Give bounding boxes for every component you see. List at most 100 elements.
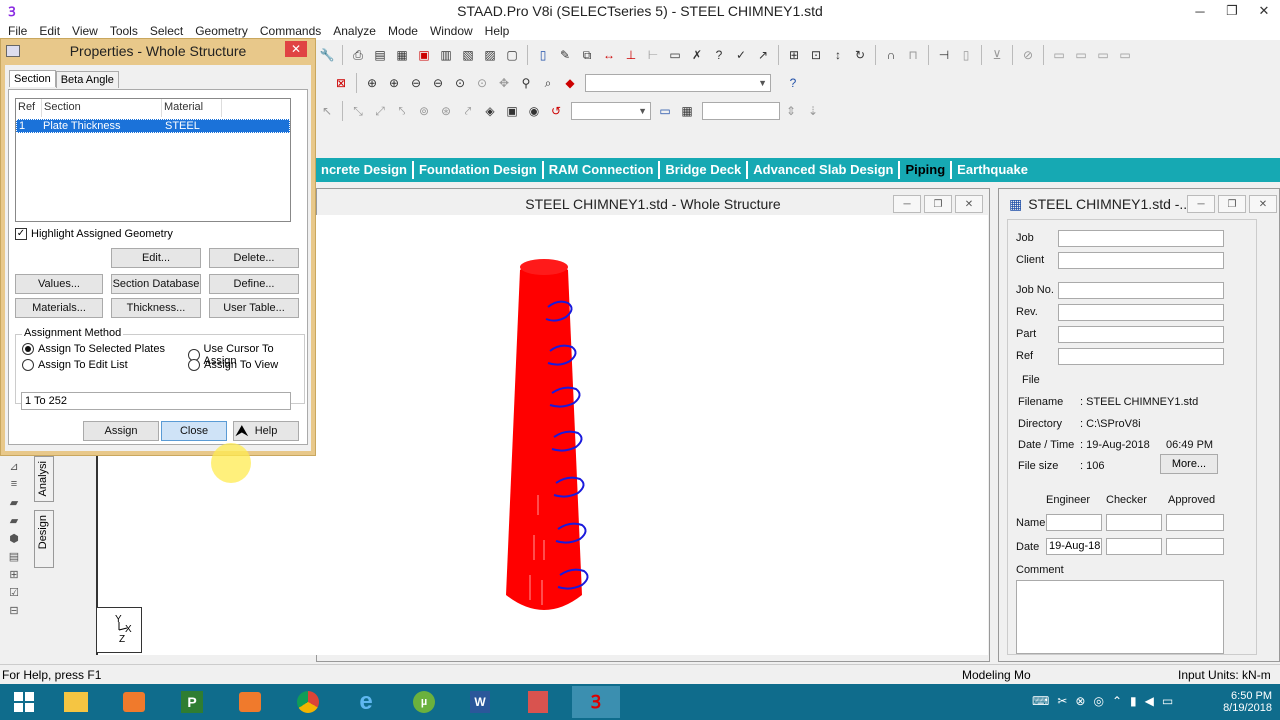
- node-icon[interactable]: ⊥: [621, 46, 641, 64]
- report-tool-icon[interactable]: ⊟: [5, 603, 23, 617]
- info-restore-button[interactable]: ❐: [1218, 195, 1246, 213]
- check-tool-icon[interactable]: ☑: [5, 585, 23, 599]
- more-button[interactable]: More...: [1160, 454, 1218, 474]
- checkbox-check-icon[interactable]: ✓: [15, 228, 27, 240]
- snap-icon[interactable]: ⊡: [806, 46, 826, 64]
- zoom-out-icon[interactable]: ⊖: [406, 74, 426, 92]
- keyboard-icon[interactable]: ⌨: [1032, 694, 1049, 708]
- view-3d-icon[interactable]: ◉: [524, 102, 544, 120]
- fill-icon[interactable]: ◆: [560, 74, 580, 92]
- close-dialog-button[interactable]: Close: [161, 421, 227, 441]
- recorder-icon[interactable]: [226, 686, 274, 718]
- menu-tools[interactable]: Tools: [104, 24, 144, 38]
- job-no-field[interactable]: [1058, 282, 1224, 299]
- picture-icon[interactable]: ▣: [414, 46, 434, 64]
- tab-beta-angle[interactable]: Beta Angle: [55, 71, 119, 88]
- beam-icon[interactable]: ↔: [599, 46, 619, 64]
- zoom-in-icon[interactable]: ⊕: [362, 74, 382, 92]
- new-page-icon[interactable]: ▯: [533, 46, 553, 64]
- notification-icon[interactable]: ▭: [1162, 694, 1173, 708]
- clock[interactable]: 6:50 PM 8/19/2018: [1223, 690, 1272, 714]
- menu-geometry[interactable]: Geometry: [189, 24, 254, 38]
- menu-help[interactable]: Help: [479, 24, 516, 38]
- tab-bridge-deck[interactable]: Bridge Deck: [660, 161, 749, 179]
- part-field[interactable]: [1058, 326, 1224, 343]
- window-1-icon[interactable]: ▭: [1049, 46, 1069, 64]
- rotate-view-icon[interactable]: ↺: [546, 102, 566, 120]
- approved-date-field[interactable]: [1166, 538, 1224, 555]
- highlight-checkbox[interactable]: ✓ Highlight Assigned Geometry: [15, 228, 173, 240]
- checklist-icon[interactable]: ✓: [731, 46, 751, 64]
- window-2-icon[interactable]: ▭: [1071, 46, 1091, 64]
- plate-tool-icon[interactable]: ▰: [5, 495, 23, 509]
- arch-icon[interactable]: ∩: [881, 46, 901, 64]
- tab-analysis[interactable]: Analysi: [34, 456, 54, 502]
- support-tool-icon[interactable]: ⬢: [5, 531, 23, 545]
- load-tool-icon[interactable]: ▤: [5, 549, 23, 563]
- volume-icon[interactable]: ◀: [1145, 694, 1154, 708]
- menu-select[interactable]: Select: [144, 24, 189, 38]
- surface-cursor-icon[interactable]: ⊚: [414, 102, 434, 120]
- checker-date-field[interactable]: [1106, 538, 1162, 555]
- menu-commands[interactable]: Commands: [254, 24, 327, 38]
- restore-button[interactable]: ❐: [1216, 0, 1248, 22]
- utorrent-icon[interactable]: µ: [400, 686, 448, 718]
- tab-advanced-slab-design[interactable]: Advanced Slab Design: [748, 161, 901, 179]
- dialog-close-icon[interactable]: ✕: [285, 41, 307, 57]
- wrench-icon[interactable]: 🔧: [317, 46, 337, 64]
- grid-icon[interactable]: ⊞: [784, 46, 804, 64]
- plate-cursor-icon[interactable]: ⤣: [392, 102, 412, 120]
- tab-foundation-design[interactable]: Foundation Design: [414, 161, 544, 179]
- question-icon[interactable]: ?: [709, 46, 729, 64]
- radio-selected-plates[interactable]: Assign To Selected Plates: [22, 343, 165, 355]
- copy-icon[interactable]: ▭: [665, 46, 685, 64]
- close-button[interactable]: ✕: [1248, 0, 1280, 22]
- window-4-icon[interactable]: ▭: [1115, 46, 1135, 64]
- edit-file-icon[interactable]: ✎: [555, 46, 575, 64]
- property-tool-icon[interactable]: ▰: [5, 513, 23, 527]
- spinner-icon[interactable]: ⇕: [781, 102, 801, 120]
- radio-edit-list[interactable]: Assign To Edit List: [22, 359, 128, 371]
- menu-window[interactable]: Window: [424, 24, 479, 38]
- zoom-all-icon[interactable]: ⊙: [450, 74, 470, 92]
- pdf-icon[interactable]: [514, 686, 562, 718]
- zoom-extent-icon[interactable]: ⊙: [472, 74, 492, 92]
- view-combo[interactable]: ▼: [585, 74, 771, 92]
- client-field[interactable]: [1058, 252, 1224, 269]
- tab-concrete-design[interactable]: ncrete Design: [316, 161, 414, 179]
- edit-button[interactable]: Edit...: [111, 248, 201, 268]
- dimension-icon[interactable]: ↕: [828, 46, 848, 64]
- materials-button[interactable]: Materials...: [15, 298, 103, 318]
- view-restore-button[interactable]: ❐: [924, 195, 952, 213]
- monitor-icon[interactable]: ▭: [655, 102, 675, 120]
- minimize-button[interactable]: ─: [1184, 0, 1216, 22]
- section-row[interactable]: 1 Plate Thickness STEEL: [16, 119, 290, 133]
- pan-icon[interactable]: ✥: [494, 74, 514, 92]
- tab-design[interactable]: Design: [34, 510, 54, 568]
- view-close-button[interactable]: ✕: [955, 195, 983, 213]
- shape-icon[interactable]: ⊓: [903, 46, 923, 64]
- cursor-icon[interactable]: ↖: [317, 102, 337, 120]
- zoom-dynamic-icon[interactable]: ⊕: [384, 74, 404, 92]
- radio-view[interactable]: Assign To View: [188, 359, 278, 371]
- staad-app-icon[interactable]: Ꝫ: [3, 2, 21, 20]
- snipping-tool-icon[interactable]: [110, 686, 158, 718]
- geometry-cursor-icon[interactable]: ⤤: [458, 102, 478, 120]
- info-close-button[interactable]: ✕: [1249, 195, 1277, 213]
- tray-utility-icon[interactable]: ◎: [1093, 694, 1103, 708]
- start-button[interactable]: [0, 686, 48, 718]
- spec-tool-icon[interactable]: ⊞: [5, 567, 23, 581]
- rev-field[interactable]: [1058, 304, 1224, 321]
- export-icon[interactable]: ▨: [480, 46, 500, 64]
- engineer-date-field[interactable]: 19-Aug-18: [1046, 538, 1102, 555]
- report-setup-icon[interactable]: ▧: [458, 46, 478, 64]
- magnify-icon[interactable]: ⚲: [516, 74, 536, 92]
- chrome-icon[interactable]: [284, 686, 332, 718]
- value-field[interactable]: [702, 102, 780, 120]
- member-tool-icon[interactable]: ≡: [5, 477, 23, 491]
- wifi-icon[interactable]: ▮: [1130, 694, 1137, 708]
- engineer-name-field[interactable]: [1046, 514, 1102, 531]
- page-setup-icon[interactable]: ▦: [392, 46, 412, 64]
- define-button[interactable]: Define...: [209, 274, 299, 294]
- ref-field[interactable]: [1058, 348, 1224, 365]
